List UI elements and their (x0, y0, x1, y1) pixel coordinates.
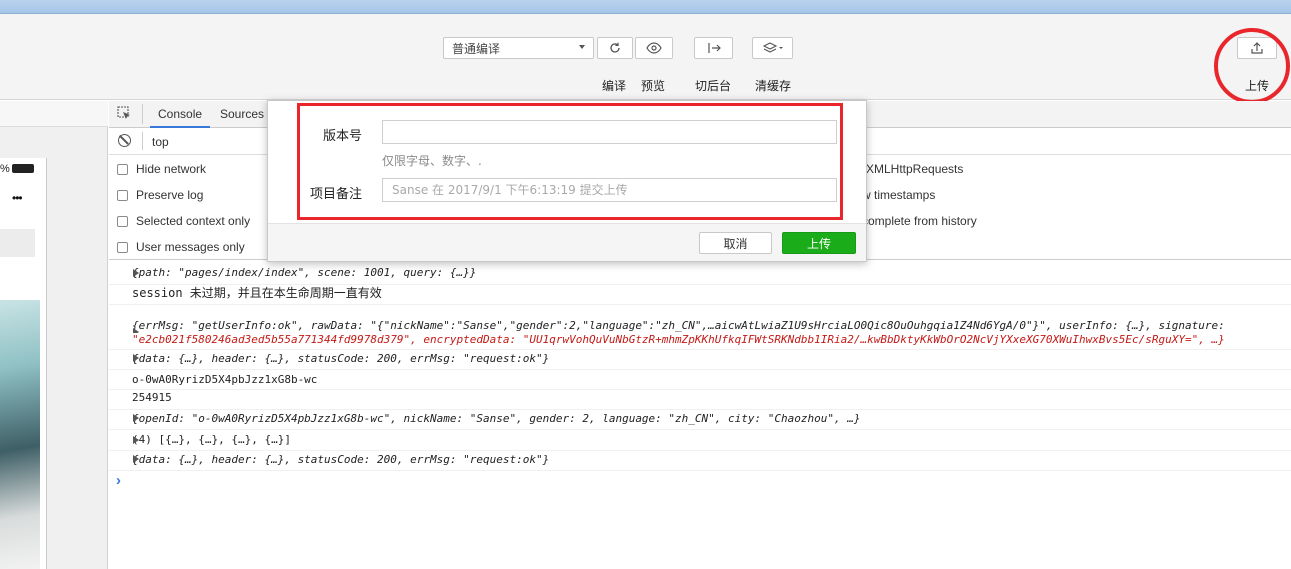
product-image (0, 300, 40, 569)
compile-button[interactable] (597, 37, 633, 59)
console-line: session 未过期，并且在本生命周期一直有效 (109, 285, 1291, 305)
autocomplete-history-option[interactable]: complete from history (862, 214, 977, 228)
preserve-log-option[interactable]: Preserve log (117, 188, 203, 202)
highlight-rectangle (297, 103, 843, 220)
tab-console[interactable]: Console (150, 101, 211, 128)
console-text: {errMsg: "getUserInfo:ok", rawData: "{"n… (132, 319, 1225, 332)
console-line: 254915 (109, 390, 1291, 410)
option-label: User messages only (136, 240, 245, 254)
tab-divider (142, 104, 143, 124)
battery-percent: % (0, 163, 10, 175)
console-text: {openId: "o-0wA0RyrizD5X4pbJzz1xG8b-wc",… (132, 412, 861, 425)
console-text: o-0wA0RyrizD5X4pbJzz1xG8b-wc (132, 373, 318, 386)
checkbox[interactable] (117, 163, 128, 175)
chevron-down-icon (579, 45, 585, 49)
clear-console-icon[interactable] (118, 134, 131, 147)
compile-mode-select[interactable]: 普通编译 (443, 37, 594, 59)
background-button[interactable] (694, 37, 733, 59)
option-label: Hide network (136, 162, 207, 176)
cancel-button[interactable]: 取消 (699, 232, 772, 254)
filter-divider (142, 132, 143, 150)
upload-dialog-footer (268, 223, 866, 261)
console-line[interactable]: {data: {…}, header: {…}, statusCode: 200… (109, 350, 1291, 370)
battery-icon (12, 164, 34, 173)
highlight-circle (1214, 28, 1290, 104)
switch-background-icon (707, 43, 721, 53)
refresh-icon (610, 42, 620, 53)
console-line[interactable]: (4) [{…}, {…}, {…}, {…}] (109, 430, 1291, 451)
console-text: session 未过期，并且在本生命周期一直有效 (132, 286, 382, 300)
preview-label: 预览 (641, 79, 666, 93)
compile-mode-value: 普通编译 (452, 41, 501, 56)
option-label: Selected context only (136, 214, 251, 228)
compile-label: 编译 (602, 79, 627, 93)
expand-triangle-icon[interactable] (133, 354, 139, 362)
checkbox[interactable] (117, 189, 128, 201)
console-line: "e2cb021f580246ad3ed5b55a771344fd9978d37… (109, 333, 1291, 350)
hide-network-option[interactable]: Hide network (117, 162, 206, 176)
simulator-header (0, 101, 108, 127)
eye-icon (646, 42, 662, 54)
expand-triangle-icon[interactable] (133, 269, 139, 277)
simulator-search-bar[interactable] (0, 229, 35, 257)
clear-cache-button[interactable] (752, 37, 793, 59)
console-text: {path: "pages/index/index", scene: 1001,… (132, 266, 477, 279)
user-messages-option[interactable]: User messages only (117, 240, 245, 254)
preview-button[interactable] (635, 37, 673, 59)
console-line[interactable]: {openId: "o-0wA0RyrizD5X4pbJzz1xG8b-wc",… (109, 410, 1291, 430)
clear-cache-label: 清缓存 (755, 79, 792, 93)
checkbox[interactable] (117, 241, 128, 253)
console-line[interactable]: {path: "pages/index/index", scene: 1001,… (109, 265, 1291, 285)
console-line[interactable]: {data: {…}, header: {…}, statusCode: 200… (109, 451, 1291, 471)
inspect-element-icon[interactable] (117, 106, 131, 120)
console-text: {data: {…}, header: {…}, statusCode: 200… (132, 352, 550, 365)
background-label: 切后台 (695, 79, 732, 93)
expand-triangle-icon[interactable] (133, 436, 139, 444)
console-line[interactable]: {errMsg: "getUserInfo:ok", rawData: "{"n… (109, 318, 1291, 333)
show-timestamps-option[interactable]: w timestamps (862, 188, 935, 202)
console-prompt[interactable]: › (116, 472, 121, 489)
selected-context-option[interactable]: Selected context only (117, 214, 250, 228)
console-line: o-0wA0RyrizD5X4pbJzz1xG8b-wc (109, 370, 1291, 390)
checkbox[interactable] (117, 215, 128, 227)
console-text: (4) [{…}, {…}, {…}, {…}] (132, 433, 291, 446)
window-titlebar (0, 0, 1291, 14)
console-text: "e2cb021f580246ad3ed5b55a771344fd9978d37… (132, 333, 1225, 346)
expand-triangle-icon[interactable] (133, 414, 139, 422)
log-xhr-option[interactable]: XMLHttpRequests (866, 162, 963, 176)
confirm-upload-button[interactable]: 上传 (782, 232, 856, 254)
tab-sources[interactable]: Sources (212, 101, 272, 128)
option-label: Preserve log (136, 188, 204, 202)
layers-icon (762, 42, 783, 53)
expand-triangle-icon[interactable] (133, 455, 139, 463)
menu-dots-icon[interactable]: ••• (12, 191, 23, 205)
console-text: {data: {…}, header: {…}, statusCode: 200… (132, 453, 550, 466)
context-selector[interactable]: top (152, 135, 169, 149)
console-text: 254915 (132, 391, 172, 404)
